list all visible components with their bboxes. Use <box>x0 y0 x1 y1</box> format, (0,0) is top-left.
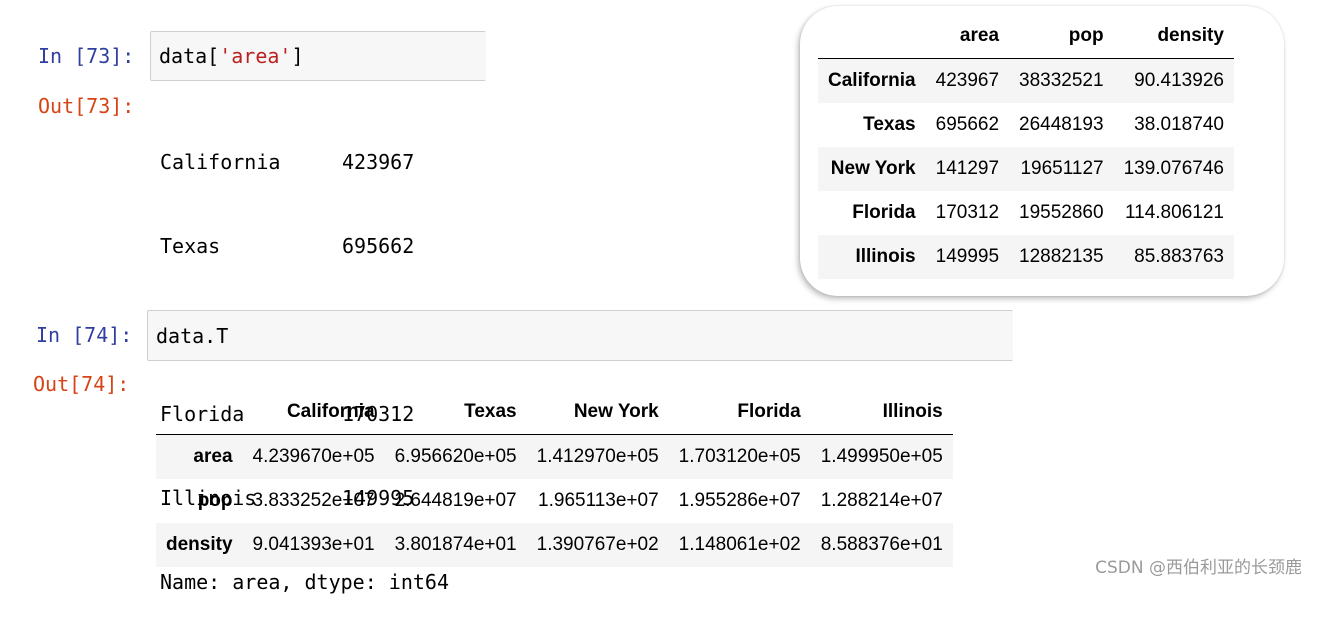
column-header: Illinois <box>810 390 953 435</box>
table-cell: 1.390767e+02 <box>536 534 659 555</box>
table-row: Florida 170312 19552860 114.806121 <box>818 191 1234 235</box>
code-input-74[interactable]: data.T <box>147 310 1013 361</box>
watermark: CSDN @西伯利亚的长颈鹿 <box>1095 558 1302 578</box>
table-cell: 38332521 <box>1019 70 1104 91</box>
code-text: data[ <box>159 44 220 68</box>
table-row: Texas 695662 26448193 38.018740 <box>818 103 1234 147</box>
table-cell: 85.883763 <box>1134 246 1224 267</box>
table-cell: 8.588376e+01 <box>820 534 943 555</box>
code-text: data.T <box>156 323 229 348</box>
table-cell: 423967 <box>935 70 1000 91</box>
table-row: area 4.239670e+05 6.956620e+05 1.412970e… <box>156 434 953 479</box>
row-index: pop <box>197 490 233 511</box>
row-index: California <box>828 70 916 91</box>
table-cell: 6.956620e+05 <box>394 446 517 467</box>
table-header-row: area pop density <box>818 14 1234 59</box>
table-cell: 9.041393e+01 <box>252 534 375 555</box>
table-cell: 149995 <box>935 246 1000 267</box>
column-header: California <box>242 390 385 435</box>
out-prompt-73: Out[73]: <box>38 94 135 118</box>
table-cell: 2.644819e+07 <box>394 490 517 511</box>
column-header: area <box>925 14 1010 59</box>
table-cell: 1.148061e+02 <box>678 534 801 555</box>
series-row: California 423967 <box>160 148 449 176</box>
table-cell: 1.703120e+05 <box>678 446 801 467</box>
table-cell: 114.806121 <box>1124 202 1224 223</box>
series-value: 695662 <box>342 234 415 258</box>
table-row: California 423967 38332521 90.413926 <box>818 58 1234 103</box>
table-cell: 139.076746 <box>1123 158 1224 179</box>
row-index: Texas <box>863 114 916 135</box>
row-index: Illinois <box>855 246 916 267</box>
table-cell: 1.965113e+07 <box>538 490 659 511</box>
column-header: Florida <box>668 390 811 435</box>
table-row: pop 3.833252e+07 2.644819e+07 1.965113e+… <box>156 479 953 523</box>
table-cell: 1.955286e+07 <box>678 490 801 511</box>
series-footer: Name: area, dtype: int64 <box>160 570 449 594</box>
table-cell: 3.833252e+07 <box>252 490 375 511</box>
table-cell: 38.018740 <box>1134 114 1224 135</box>
out-prompt-74: Out[74]: <box>33 372 130 396</box>
table-cell: 3.801874e+01 <box>394 534 517 555</box>
transposed-dataframe-table: California Texas New York Florida Illino… <box>156 390 953 567</box>
column-header: New York <box>526 390 669 435</box>
table-cell: 170312 <box>935 202 1000 223</box>
table-row: Illinois 149995 12882135 85.883763 <box>818 235 1234 279</box>
table-cell: 1.412970e+05 <box>536 446 659 467</box>
series-key: Texas <box>160 234 221 258</box>
popup-dataframe-table: area pop density California 423967 38332… <box>818 14 1234 279</box>
row-index: area <box>193 446 233 467</box>
table-header-row: California Texas New York Florida Illino… <box>156 390 953 435</box>
in-prompt-74: In [74]: <box>36 323 133 347</box>
series-row: Texas 695662 <box>160 232 449 260</box>
row-index: Florida <box>852 202 916 223</box>
column-header: Texas <box>384 390 527 435</box>
table-cell: 19552860 <box>1019 202 1104 223</box>
table-row: New York 141297 19651127 139.076746 <box>818 147 1234 191</box>
in-prompt-73: In [73]: <box>38 44 135 68</box>
series-key: California <box>160 150 281 174</box>
row-index: density <box>166 534 233 555</box>
table-cell: 12882135 <box>1019 246 1104 267</box>
table-cell: 695662 <box>935 114 1000 135</box>
table-cell: 26448193 <box>1019 114 1104 135</box>
code-input-73[interactable]: data['area'] <box>150 31 486 81</box>
table-cell: 19651127 <box>1020 158 1104 179</box>
row-index: New York <box>830 158 916 179</box>
table-cell: 4.239670e+05 <box>252 446 375 467</box>
index-header <box>156 390 243 435</box>
column-header: density <box>1113 14 1234 59</box>
code-text: ] <box>291 44 304 68</box>
code-string: 'area' <box>219 44 292 68</box>
series-value: 423967 <box>342 150 415 174</box>
table-cell: 90.413926 <box>1134 70 1224 91</box>
index-header <box>818 14 926 59</box>
table-row: density 9.041393e+01 3.801874e+01 1.3907… <box>156 523 953 567</box>
table-cell: 1.499950e+05 <box>820 446 943 467</box>
table-cell: 141297 <box>935 158 1000 179</box>
table-cell: 1.288214e+07 <box>820 490 943 511</box>
column-header: pop <box>1009 14 1114 59</box>
